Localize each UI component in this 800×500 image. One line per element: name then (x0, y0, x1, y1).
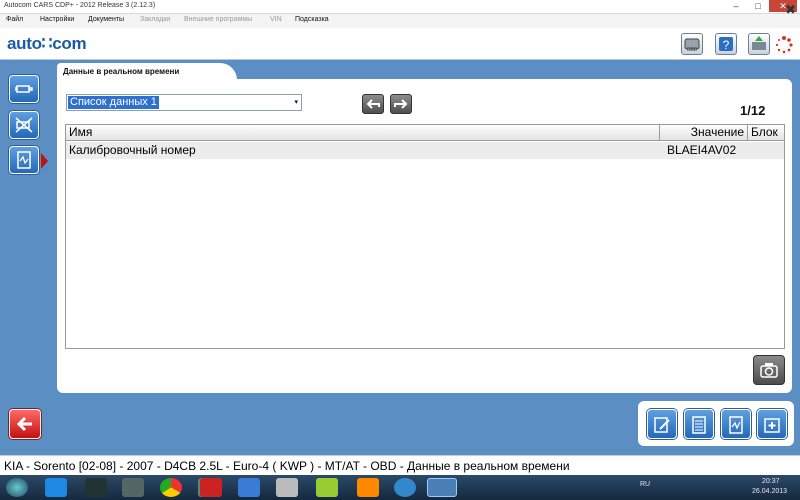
ie-icon[interactable] (45, 478, 67, 497)
cell-name: Калибровочный номер (69, 143, 196, 157)
clock-time: 20:37 (762, 478, 780, 485)
list-icon (692, 416, 706, 434)
autocom-icon[interactable] (427, 478, 457, 497)
medical-kit-button[interactable] (757, 409, 787, 439)
menu-documents[interactable]: Документы (88, 16, 124, 23)
column-header-name[interactable]: Имя (66, 125, 660, 141)
odnoklassniki-icon[interactable] (357, 478, 379, 497)
realtime-data-icon (17, 151, 31, 169)
menu-bar: Файл Настройки Документы Закладки Внешни… (0, 14, 800, 28)
menu-vin[interactable]: VIN (270, 16, 282, 23)
menu-help[interactable]: Подсказка (295, 16, 329, 23)
close-icon[interactable]: ✖ (785, 2, 796, 18)
next-button[interactable] (390, 94, 412, 114)
yandex-icon[interactable] (200, 478, 222, 497)
media-icon[interactable] (85, 478, 107, 497)
tab-realtime-data[interactable]: Данные в реальном времени (57, 63, 237, 80)
chrome-icon[interactable] (160, 478, 182, 497)
sidebar-item-engine-disabled[interactable] (9, 111, 39, 139)
undo-arrow-icon (366, 99, 380, 109)
data-list-select[interactable]: Список данных 1 ▾ (66, 94, 302, 111)
graph-icon (729, 416, 743, 434)
redo-arrow-icon (394, 99, 408, 109)
engine-icon (15, 85, 33, 93)
engine-disabled-icon (15, 117, 33, 133)
obd-icon[interactable]: OBD (681, 33, 703, 55)
screenshot-button[interactable] (753, 355, 785, 385)
svg-text:OBD: OBD (687, 47, 698, 53)
window-title: Autocom CARS CDP+ - 2012 Release 3 (2.12… (4, 2, 156, 9)
settings-icon[interactable] (122, 478, 144, 497)
restore-button[interactable]: □ (747, 0, 769, 12)
camera-icon (760, 363, 778, 378)
autocom-logo: auto∷com (7, 34, 87, 53)
tab-label: Данные в реальном времени (63, 67, 180, 76)
menu-settings[interactable]: Настройки (40, 16, 74, 23)
audio-icon[interactable] (276, 478, 298, 497)
data-list-value: Список данных 1 (68, 96, 159, 109)
prev-button[interactable] (362, 94, 384, 114)
menu-external-programs[interactable]: Внешние программы (184, 16, 252, 23)
vehicle-icon[interactable] (748, 33, 770, 55)
clock-date: 26.04.2013 (752, 488, 788, 495)
list-button[interactable] (684, 409, 714, 439)
minimize-button[interactable]: – (725, 0, 747, 12)
title-bar: Autocom CARS CDP+ - 2012 Release 3 (2.12… (0, 0, 800, 14)
update-icon[interactable] (394, 478, 416, 497)
chevron-down-icon: ▾ (294, 99, 298, 106)
graph-button[interactable] (721, 409, 751, 439)
page-counter: 1/12 (740, 103, 766, 118)
column-header-value[interactable]: Значение (660, 125, 748, 141)
active-indicator (41, 153, 48, 169)
header (0, 28, 800, 60)
language-indicator[interactable]: RU (640, 481, 650, 488)
sidebar-item-realtime-data[interactable] (9, 146, 39, 174)
taskbar: RU 20:37 26.04.2013 (0, 475, 800, 500)
edit-document-icon (654, 417, 670, 433)
vehicle-info: KIA - Sorento [02-08] - 2007 - D4CB 2.5L… (4, 459, 570, 473)
menu-bookmarks[interactable]: Закладки (140, 16, 170, 23)
back-button[interactable] (9, 409, 41, 439)
data-table: Имя Значение Блок Калибровочный номер BL… (65, 124, 785, 349)
sidebar-item-engine[interactable] (9, 75, 39, 103)
nature-icon[interactable] (316, 478, 338, 497)
back-arrow-icon (16, 416, 32, 432)
vehicle-status-bar: KIA - Sorento [02-08] - 2007 - D4CB 2.5L… (0, 455, 800, 475)
svg-text:?: ? (723, 38, 730, 52)
loading-icon (774, 35, 794, 55)
start-icon[interactable] (6, 478, 28, 497)
help-icon[interactable]: ? (715, 33, 737, 55)
medical-kit-icon (764, 418, 780, 433)
table-row[interactable]: Калибровочный номер BLAEI4AV02 (66, 142, 784, 159)
edit-document-button[interactable] (647, 409, 677, 439)
mail-icon[interactable] (238, 478, 260, 497)
menu-file[interactable]: Файл (6, 16, 23, 23)
cell-value: BLAEI4AV02 (667, 143, 737, 157)
column-header-block[interactable]: Блок (748, 125, 784, 141)
